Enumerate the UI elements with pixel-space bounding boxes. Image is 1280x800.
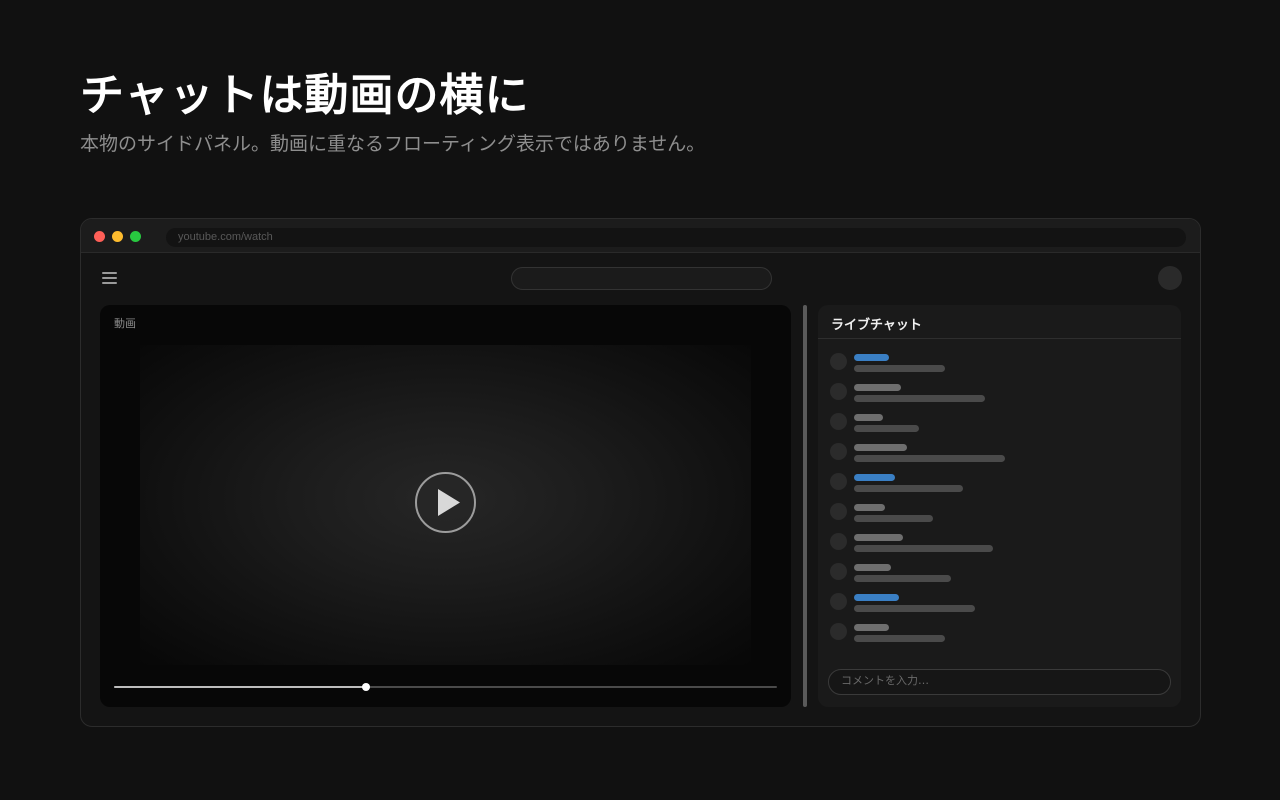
chat-message [830,530,1170,554]
hamburger-menu-icon[interactable] [102,271,118,285]
progress-scrubber-handle[interactable] [361,683,370,691]
chat-message [830,350,1170,374]
chat-message-text [854,455,1005,462]
chat-header: ライブチャット [818,305,1181,339]
close-window-button[interactable] [94,231,105,242]
video-label: 動画 [114,317,136,330]
panel-resize-handle[interactable] [803,305,807,707]
chat-author-avatar[interactable] [830,473,847,490]
chat-author-avatar[interactable] [830,353,847,370]
chat-author-avatar[interactable] [830,623,847,640]
chat-title: ライブチャット [831,318,922,333]
chat-author-avatar[interactable] [830,413,847,430]
chat-author-avatar[interactable] [830,533,847,550]
chat-author-name[interactable] [854,624,889,631]
chat-message-text [854,485,963,492]
chat-author-name[interactable] [854,594,899,601]
chat-message-text [854,605,975,612]
chat-author-name[interactable] [854,564,891,571]
site-topbar [81,254,1200,304]
chat-author-avatar[interactable] [830,443,847,460]
chat-author-name[interactable] [854,414,883,421]
chat-author-avatar[interactable] [830,503,847,520]
chat-author-avatar[interactable] [830,383,847,400]
page-subheadline: 本物のサイドパネル。動画に重なるフローティング表示ではありません。 [80,133,706,155]
chat-message [830,380,1170,404]
search-input[interactable] [511,267,772,290]
chat-author-name[interactable] [854,384,901,391]
chat-message-text [854,635,945,642]
chat-message-text [854,365,945,372]
chat-author-name[interactable] [854,534,903,541]
play-button[interactable] [415,472,476,533]
chat-comment-input[interactable]: コメントを入力… [828,669,1171,695]
video-player[interactable]: 動画 [100,305,791,707]
chat-message-text [854,575,951,582]
chat-author-name[interactable] [854,474,895,481]
user-avatar[interactable] [1158,266,1182,290]
chat-message [830,620,1170,644]
chat-author-name[interactable] [854,504,885,511]
chat-message [830,470,1170,494]
live-chat-panel: ライブチャット コメントを入力… [818,305,1181,707]
maximize-window-button[interactable] [130,231,141,242]
chat-author-name[interactable] [854,354,889,361]
chat-author-avatar[interactable] [830,563,847,580]
chat-message [830,410,1170,434]
chat-message [830,440,1170,464]
chat-author-avatar[interactable] [830,593,847,610]
chat-message [830,560,1170,584]
chat-author-name[interactable] [854,444,907,451]
chat-message-text [854,425,919,432]
progress-fill [114,686,366,688]
browser-titlebar: youtube.com/watch [81,219,1200,253]
chat-message-text [854,515,933,522]
chat-message-text [854,545,993,552]
video-progress-bar[interactable] [114,683,777,691]
address-bar[interactable]: youtube.com/watch [166,228,1186,247]
chat-message [830,590,1170,614]
chat-message [830,500,1170,524]
chat-message-text [854,395,985,402]
browser-window: youtube.com/watch 動画 ライブチャット コメントを入力… [80,218,1201,727]
page-headline: チャットは動画の横に [80,70,530,121]
minimize-window-button[interactable] [112,231,123,242]
play-icon [438,489,460,516]
